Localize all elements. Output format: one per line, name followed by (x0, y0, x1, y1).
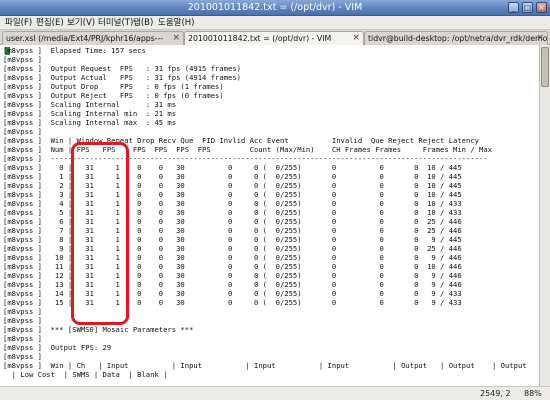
scrollbar-thumb[interactable] (541, 47, 549, 87)
terminal-line: [m8vpss ] Output FPS: 29 (3, 343, 112, 352)
tab-close-icon[interactable]: × (536, 32, 544, 45)
terminal-line: | Low Cost | SWMS | Data | Blank | (3, 370, 168, 379)
terminal-line: [m8vpss ] Scaling Internal min : 21 ms (3, 109, 177, 118)
terminal-line: [m8vpss ] (3, 127, 42, 136)
tab-build-desktop[interactable]: tidvr@build-desktop: /opt/netra/dvr_rdk/… (364, 31, 548, 45)
terminal-line: [m8vpss ] Output Drop FPS : 0 fps (1 fra… (3, 82, 224, 91)
terminal-line: [m8vpss ] Scaling Internal max : 45 ms (3, 118, 177, 127)
tab-user-xsl[interactable]: user.xsl (/media/Ext4/PRJ/kphr16/apps---… (2, 31, 184, 45)
window-title: 201001011842.txt = (/opt/dvr) - VIM (187, 2, 363, 13)
terminal-line: [m8vpss ] Win | Ch | Input | Input | Inp… (3, 361, 527, 370)
terminal-line: [m8vpss ] Elapsed Time: 157 secs (3, 46, 146, 55)
tab-label: tidvr@build-desktop: /opt/netra/dvr_rdk/… (368, 34, 548, 43)
terminal-line: [m8vpss ] Output Reject FPS : 0 fps (0 f… (3, 91, 224, 100)
terminal-line: [m8vpss ] Output Actual FPS : 31 fps (49… (3, 73, 241, 82)
terminal-line: [m8vpss ] Output Request FPS : 31 fps (4… (3, 64, 241, 73)
menu-view[interactable]: 보기(V) (67, 16, 95, 30)
close-button[interactable]: × (536, 2, 547, 13)
menu-terminal[interactable]: 터미널(T) (98, 16, 133, 30)
terminal-line: [m8vpss ] (3, 352, 42, 361)
cursor-position: 2549, 2 (480, 389, 511, 398)
terminal-line: [m8vpss ] Scaling Internal : 31 ms (3, 100, 177, 109)
terminal-scrollbar[interactable] (539, 45, 550, 386)
menu-help[interactable]: 도움말(H) (158, 16, 194, 30)
menu-edit[interactable]: 편집(E) (36, 16, 64, 30)
tab-close-icon[interactable]: × (352, 32, 360, 45)
maximize-button[interactable]: □ (522, 2, 533, 13)
tab-label: user.xsl (/media/Ext4/PRJ/kphr16/apps--- (6, 34, 164, 43)
tab-label: 201001011842.txt = (/opt/dvr) - VIM (188, 34, 332, 43)
minimize-button[interactable]: _ (508, 2, 519, 13)
scroll-percent: 88% (524, 389, 542, 398)
terminal-line: [m8vpss ] (3, 316, 42, 325)
terminal-line: [m8vpss ] (3, 334, 42, 343)
tab-bar: user.xsl (/media/Ext4/PRJ/kphr16/apps---… (0, 30, 550, 46)
menu-file[interactable]: 파일(F) (5, 16, 32, 30)
vim-status-bar: 2549, 2 88% (0, 386, 550, 400)
tab-close-icon[interactable]: × (172, 32, 180, 45)
tab-vim-file[interactable]: 201001011842.txt = (/opt/dvr) - VIM × (184, 31, 364, 46)
fps-highlight-annotation (71, 142, 129, 325)
terminal-line: [m8vpss ] *** [SWMS0] Mosaic Parameters … (3, 325, 194, 334)
terminal-line: [m8vpss ] (3, 307, 42, 316)
menu-bar: 파일(F) 편집(E) 보기(V) 터미널(T) 탭(B) 도움말(H) (0, 16, 550, 30)
window-titlebar: 201001011842.txt = (/opt/dvr) - VIM _ □ … (0, 0, 550, 16)
terminal-line: [m8vpss ] (3, 55, 42, 64)
menu-tabs[interactable]: 탭(B) (133, 16, 153, 30)
